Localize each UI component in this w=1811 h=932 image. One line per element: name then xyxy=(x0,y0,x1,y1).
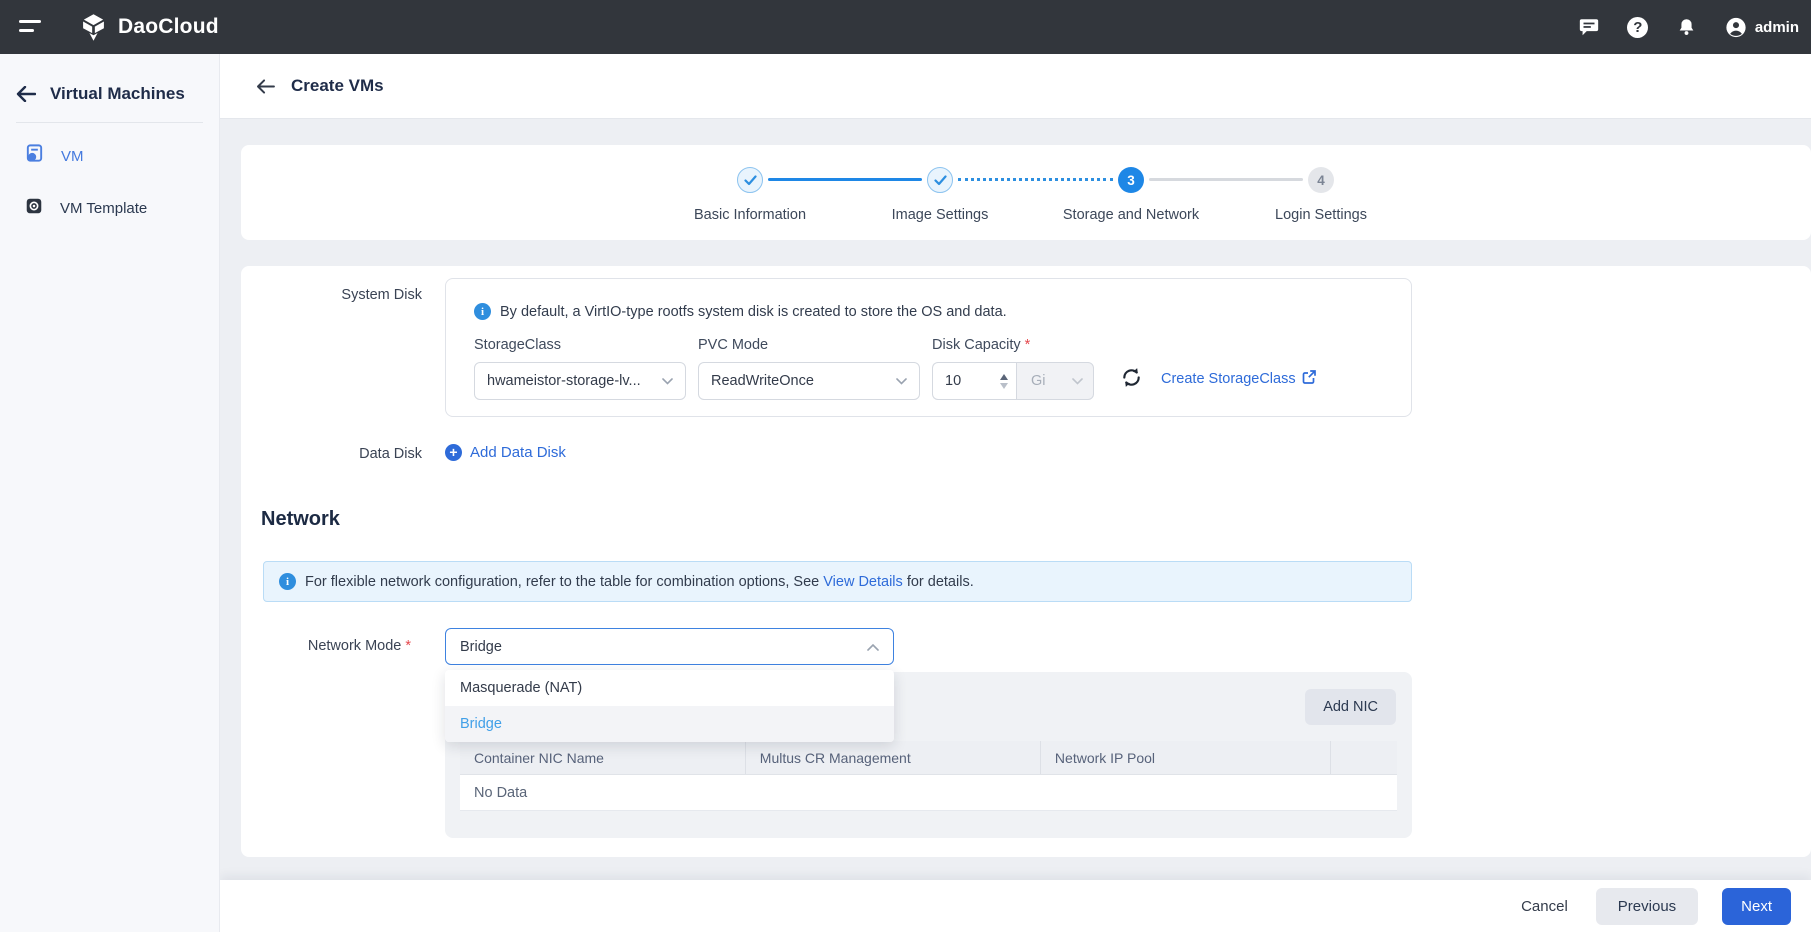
next-button[interactable]: Next xyxy=(1722,887,1791,925)
cancel-button[interactable]: Cancel xyxy=(1517,888,1572,925)
previous-button[interactable]: Previous xyxy=(1595,887,1699,925)
nic-table-header: Container NIC Name Multus CR Management … xyxy=(460,741,1397,775)
top-bar: DaoCloud ? admin xyxy=(0,0,1811,54)
pvc-mode-select[interactable]: ReadWriteOnce xyxy=(698,362,920,400)
capacity-unit-value: Gi xyxy=(1031,373,1046,389)
network-mode-select[interactable]: Bridge xyxy=(445,628,894,665)
daocloud-logo-icon xyxy=(79,13,108,42)
messages-icon[interactable] xyxy=(1578,16,1600,38)
sidebar-item-label: VM xyxy=(61,147,84,165)
daocloud-logo[interactable]: DaoCloud xyxy=(79,13,219,42)
add-data-disk-link[interactable]: Add Data Disk xyxy=(445,444,566,461)
stepper-card: Basic Information Image Settings 3 Stora… xyxy=(241,145,1811,240)
sidebar: Virtual Machines VM VM Template xyxy=(0,54,220,932)
step-label: Image Settings xyxy=(891,207,989,223)
sidebar-item-vm[interactable]: VM xyxy=(0,135,219,177)
step-number-badge: 4 xyxy=(1308,167,1334,193)
system-disk-info: By default, a VirtIO-type rootfs system … xyxy=(474,303,1411,320)
data-disk-label: Data Disk xyxy=(359,446,422,462)
disk-capacity-label: Disk Capacity * xyxy=(932,337,1031,353)
pvc-mode-value: ReadWriteOnce xyxy=(711,373,814,389)
required-marker: * xyxy=(1024,337,1031,353)
column-header: Multus CR Management xyxy=(746,741,1041,774)
column-header: Container NIC Name xyxy=(460,741,746,774)
refresh-icon[interactable] xyxy=(1120,366,1143,392)
system-disk-info-text: By default, a VirtIO-type rootfs system … xyxy=(500,303,1007,320)
step-label: Storage and Network xyxy=(1062,207,1200,223)
system-disk-label: System Disk xyxy=(341,287,422,303)
storage-class-label: StorageClass xyxy=(474,337,562,353)
storage-network-form-card: System Disk By default, a VirtIO-type ro… xyxy=(241,266,1811,857)
step-done-check-icon xyxy=(737,167,763,193)
sidebar-item-vm-template[interactable]: VM Template xyxy=(0,187,219,229)
step-storage-and-network[interactable]: 3 Storage and Network xyxy=(1036,167,1226,223)
menu-toggle-icon[interactable] xyxy=(19,18,45,36)
plus-circle-icon xyxy=(445,444,462,461)
wizard-footer: Cancel Previous Next xyxy=(220,880,1811,932)
step-done-check-icon xyxy=(927,167,953,193)
vm-icon xyxy=(24,143,45,169)
step-basic-information[interactable]: Basic Information xyxy=(655,167,845,223)
external-link-icon xyxy=(1302,370,1316,388)
nic-table: Container NIC Name Multus CR Management … xyxy=(460,741,1397,811)
column-header-actions xyxy=(1331,741,1397,774)
stepper-up-icon[interactable] xyxy=(1000,373,1008,380)
sidebar-back-arrow-icon[interactable] xyxy=(16,86,36,102)
nic-table-empty-row: No Data xyxy=(460,775,1397,811)
option-masquerade-nat[interactable]: Masquerade (NAT) xyxy=(445,670,894,706)
network-info-banner: For flexible network configuration, refe… xyxy=(263,561,1412,602)
storage-class-field: StorageClass hwameistor-storage-lv... xyxy=(474,337,698,400)
username-label: admin xyxy=(1754,18,1799,36)
notifications-bell-icon[interactable] xyxy=(1676,16,1698,38)
user-menu[interactable]: admin xyxy=(1725,16,1799,38)
vm-template-icon xyxy=(24,196,44,221)
chevron-down-icon xyxy=(1072,373,1083,389)
storage-class-value: hwameistor-storage-lv... xyxy=(487,373,641,389)
view-details-link[interactable]: View Details xyxy=(823,574,903,590)
step-label: Basic Information xyxy=(693,207,807,223)
step-number-badge: 3 xyxy=(1118,167,1144,193)
sidebar-title: Virtual Machines xyxy=(50,84,185,103)
chevron-down-icon xyxy=(896,373,907,389)
page-header: Create VMs xyxy=(220,54,1811,118)
network-mode-dropdown: Masquerade (NAT) Bridge xyxy=(445,670,894,742)
topbar-actions: admin xyxy=(1578,16,1811,38)
step-login-settings[interactable]: 4 Login Settings xyxy=(1226,167,1416,223)
back-arrow-icon[interactable] xyxy=(256,78,275,94)
create-storage-class-link[interactable]: Create StorageClass xyxy=(1161,370,1316,388)
chevron-up-icon xyxy=(867,639,879,655)
storage-class-select[interactable]: hwameistor-storage-lv... xyxy=(474,362,686,400)
number-stepper xyxy=(997,367,1011,395)
option-bridge[interactable]: Bridge xyxy=(445,706,894,742)
banner-text: For flexible network configuration, refe… xyxy=(305,573,974,590)
network-mode-value: Bridge xyxy=(460,638,502,655)
page-title: Create VMs xyxy=(291,76,384,95)
info-icon xyxy=(279,573,296,590)
add-nic-button[interactable]: Add NIC xyxy=(1305,689,1396,725)
system-disk-box: By default, a VirtIO-type rootfs system … xyxy=(445,278,1412,417)
pvc-mode-field: PVC Mode ReadWriteOnce xyxy=(698,337,932,400)
network-mode-label: Network Mode * xyxy=(307,638,411,654)
stepper-down-icon[interactable] xyxy=(1000,382,1008,389)
required-marker: * xyxy=(405,638,411,654)
column-header: Network IP Pool xyxy=(1041,741,1332,774)
sidebar-item-label: VM Template xyxy=(60,199,148,217)
chevron-down-icon xyxy=(662,373,673,389)
network-heading: Network xyxy=(261,508,340,530)
avatar-icon xyxy=(1725,16,1747,38)
info-icon xyxy=(474,303,491,320)
create-vms-page: DaoCloud ? admin Virtual Machines VM VM … xyxy=(0,0,1811,932)
step-image-settings[interactable]: Image Settings xyxy=(845,167,1035,223)
help-icon[interactable] xyxy=(1627,16,1649,38)
sidebar-divider xyxy=(16,122,203,123)
brand-name: DaoCloud xyxy=(118,15,219,38)
capacity-unit-select[interactable]: Gi xyxy=(1016,362,1094,400)
disk-capacity-field: Disk Capacity* Gi xyxy=(932,337,1094,400)
step-label: Login Settings xyxy=(1275,207,1367,223)
pvc-mode-label: PVC Mode xyxy=(698,337,769,353)
